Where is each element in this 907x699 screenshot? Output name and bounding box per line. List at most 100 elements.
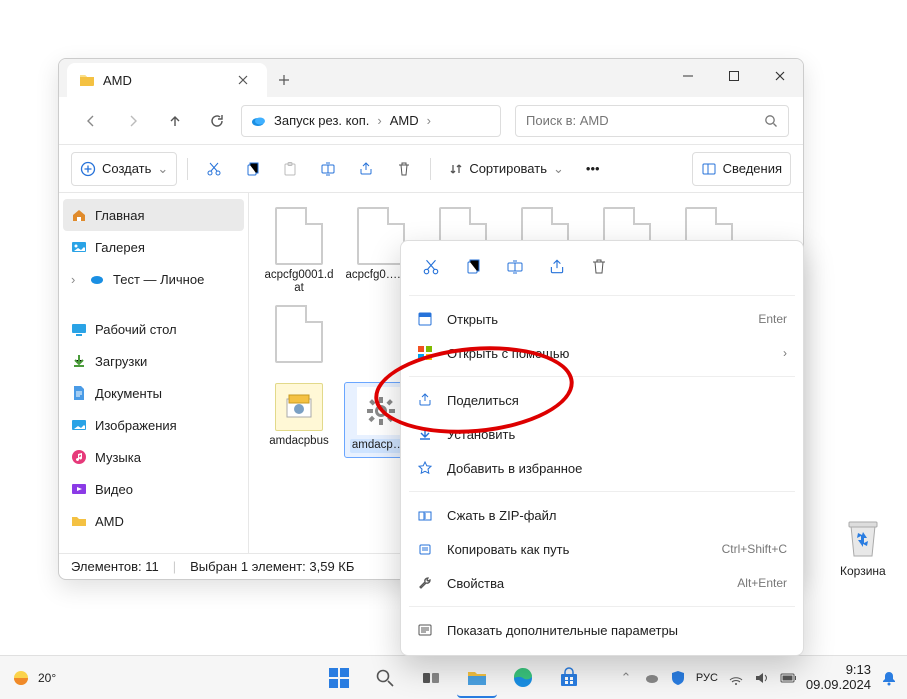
search-box[interactable] bbox=[515, 105, 789, 137]
sidebar-label: Изображения bbox=[95, 418, 177, 433]
onedrive-icon bbox=[250, 113, 266, 129]
window-controls bbox=[665, 59, 803, 93]
edge-app[interactable] bbox=[503, 658, 543, 698]
details-icon bbox=[701, 161, 717, 177]
rename-button[interactable] bbox=[312, 152, 344, 186]
ctx-cut-button[interactable] bbox=[417, 253, 445, 281]
ctx-share[interactable]: Поделиться bbox=[401, 383, 803, 417]
sidebar-item-amd[interactable]: AMD bbox=[63, 505, 244, 537]
start-button[interactable] bbox=[319, 658, 359, 698]
tab-amd[interactable]: AMD bbox=[67, 63, 267, 97]
taskbar-left: 20° bbox=[0, 667, 56, 689]
battery-tray-icon[interactable] bbox=[780, 670, 796, 686]
folder-icon bbox=[79, 72, 95, 88]
new-tab-button[interactable] bbox=[267, 63, 301, 97]
ctx-open-with[interactable]: Открыть с помощью › bbox=[401, 336, 803, 370]
sidebar-item-desktop[interactable]: Рабочий стол bbox=[63, 313, 244, 345]
weather-icon[interactable] bbox=[10, 667, 32, 689]
desktop-recycle-bin[interactable]: Корзина bbox=[840, 518, 886, 578]
sidebar-item-videos[interactable]: Видео bbox=[63, 473, 244, 505]
separator bbox=[430, 158, 431, 180]
ctx-delete-button[interactable] bbox=[585, 253, 613, 281]
ctx-open[interactable]: Открыть Enter bbox=[401, 302, 803, 336]
sidebar-item-music[interactable]: Музыка bbox=[63, 441, 244, 473]
ctx-install[interactable]: Установить bbox=[401, 417, 803, 451]
search-button[interactable] bbox=[365, 658, 405, 698]
onedrive-tray-icon[interactable] bbox=[644, 670, 660, 686]
sidebar-item-documents[interactable]: Документы bbox=[63, 377, 244, 409]
sidebar-label: Галерея bbox=[95, 240, 145, 255]
clock-time: 9:13 bbox=[806, 663, 871, 677]
create-button[interactable]: Создать ⌄ bbox=[71, 152, 177, 186]
explorer-app[interactable] bbox=[457, 658, 497, 698]
forward-button[interactable] bbox=[115, 103, 151, 139]
close-window-button[interactable] bbox=[757, 59, 803, 93]
breadcrumb[interactable]: Запуск рез. коп. › AMD › bbox=[241, 105, 501, 137]
sidebar-item-downloads[interactable]: Загрузки bbox=[63, 345, 244, 377]
sidebar-label: Главная bbox=[95, 208, 144, 223]
ctx-copy-button[interactable] bbox=[459, 253, 487, 281]
separator bbox=[409, 295, 795, 296]
star-icon bbox=[417, 460, 433, 476]
ctx-rename-button[interactable] bbox=[501, 253, 529, 281]
paste-button[interactable] bbox=[274, 152, 306, 186]
volume-tray-icon[interactable] bbox=[754, 670, 770, 686]
defender-tray-icon[interactable] bbox=[670, 670, 686, 686]
file-item[interactable]: acpcfg0001.dat bbox=[263, 207, 335, 295]
more-button[interactable]: ••• bbox=[578, 152, 608, 186]
sidebar-item-home[interactable]: Главная bbox=[63, 199, 244, 231]
ellipsis-icon: ••• bbox=[586, 161, 600, 176]
file-icon bbox=[275, 207, 323, 265]
network-tray-icon[interactable] bbox=[728, 670, 744, 686]
ctx-copy-path[interactable]: Копировать как путь Ctrl+Shift+C bbox=[401, 532, 803, 566]
tray-overflow[interactable]: ⌃ bbox=[618, 670, 634, 686]
inf-icon bbox=[275, 383, 323, 431]
file-item[interactable] bbox=[263, 305, 335, 363]
document-icon bbox=[71, 385, 87, 401]
share-button[interactable] bbox=[350, 152, 382, 186]
taskview-button[interactable] bbox=[411, 658, 451, 698]
close-tab-button[interactable] bbox=[231, 68, 255, 92]
separator bbox=[409, 376, 795, 377]
sidebar-item-personal[interactable]: ›Тест — Личное bbox=[63, 263, 244, 295]
taskbar-center bbox=[319, 658, 589, 698]
file-item[interactable]: amdacpbus bbox=[263, 383, 335, 456]
sidebar-item-pictures[interactable]: Изображения bbox=[63, 409, 244, 441]
weather-temp[interactable]: 20° bbox=[38, 671, 56, 685]
ctx-zip[interactable]: Сжать в ZIP-файл bbox=[401, 498, 803, 532]
nav-bar: Запуск рез. коп. › AMD › bbox=[59, 97, 803, 145]
search-icon bbox=[764, 114, 778, 128]
refresh-button[interactable] bbox=[199, 103, 235, 139]
sort-label: Сортировать bbox=[469, 161, 547, 176]
download-icon bbox=[71, 353, 87, 369]
sidebar-item-gallery[interactable]: Галерея bbox=[63, 231, 244, 263]
back-button[interactable] bbox=[73, 103, 109, 139]
copy-button[interactable] bbox=[236, 152, 268, 186]
store-app[interactable] bbox=[549, 658, 589, 698]
search-input[interactable] bbox=[526, 113, 756, 128]
clock-date: 09.09.2024 bbox=[806, 678, 871, 692]
ctx-favorite[interactable]: Добавить в избранное bbox=[401, 451, 803, 485]
paste-icon bbox=[282, 161, 298, 177]
context-menu: Открыть Enter Открыть с помощью › Подели… bbox=[400, 240, 804, 656]
minimize-button[interactable] bbox=[665, 59, 711, 93]
crumb-leaf[interactable]: AMD bbox=[390, 113, 419, 128]
maximize-button[interactable] bbox=[711, 59, 757, 93]
ctx-properties[interactable]: Свойства Alt+Enter bbox=[401, 566, 803, 600]
ctx-hint: Alt+Enter bbox=[737, 576, 787, 590]
details-button[interactable]: Сведения bbox=[692, 152, 791, 186]
ctx-more[interactable]: Показать дополнительные параметры bbox=[401, 613, 803, 647]
clock[interactable]: 9:13 09.09.2024 bbox=[806, 663, 871, 692]
plus-circle-icon bbox=[80, 161, 96, 177]
crumb-root[interactable]: Запуск рез. коп. bbox=[274, 113, 369, 128]
language-indicator[interactable]: РУС bbox=[696, 672, 718, 684]
copypath-icon bbox=[417, 541, 433, 557]
cut-button[interactable] bbox=[198, 152, 230, 186]
delete-button[interactable] bbox=[388, 152, 420, 186]
notifications-button[interactable] bbox=[881, 670, 897, 686]
status-selection: Выбран 1 элемент: 3,59 КБ bbox=[190, 559, 354, 574]
up-button[interactable] bbox=[157, 103, 193, 139]
sidebar: Главная Галерея ›Тест — Личное Рабочий с… bbox=[59, 193, 249, 553]
ctx-share-button[interactable] bbox=[543, 253, 571, 281]
sort-button[interactable]: Сортировать ⌄ bbox=[441, 152, 572, 186]
